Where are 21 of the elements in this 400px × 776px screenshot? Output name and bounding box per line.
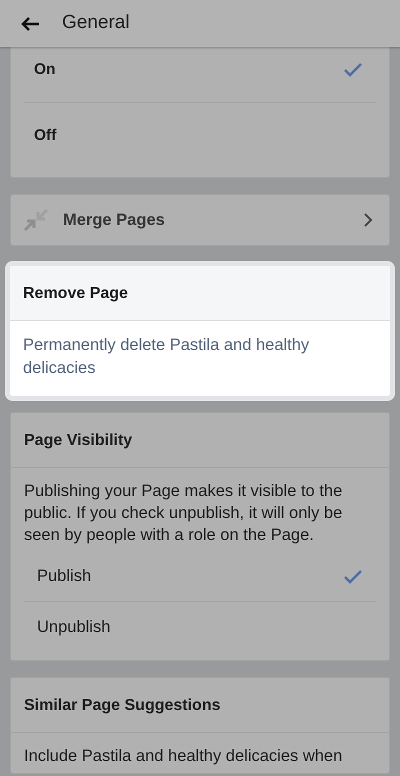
option-label: Off	[34, 126, 56, 146]
option-row[interactable]: Unpublish	[24, 602, 376, 652]
back-arrow-icon[interactable]	[20, 16, 40, 32]
merge-arrows-icon	[23, 208, 49, 232]
option-row[interactable]: Off	[24, 103, 376, 169]
check-icon	[343, 62, 363, 78]
section-title: Page Visibility	[11, 413, 389, 468]
section-description: Include Pastila and healthy delicacies when	[23, 746, 344, 767]
section-title: Remove Page	[10, 266, 390, 321]
option-row[interactable]: Publish	[24, 552, 376, 602]
section-title: Similar Page Suggestions	[11, 678, 389, 733]
check-icon	[343, 568, 363, 584]
chevron-right-icon	[363, 212, 373, 228]
section-description: Publishing your Page makes it visible to the public. If you check unpublish, it will only be seen by people with a role on the Page.	[23, 481, 344, 546]
option-row[interactable]: On	[24, 47, 376, 103]
option-label: On	[34, 60, 56, 80]
page-title: General	[62, 11, 130, 36]
merge-pages-row[interactable]: Merge Pages	[11, 195, 389, 245]
option-label: Unpublish	[37, 616, 110, 638]
option-label: Publish	[37, 566, 92, 588]
remove-page-link[interactable]: Permanently delete Pastila and healthy delicacies	[10, 321, 390, 396]
